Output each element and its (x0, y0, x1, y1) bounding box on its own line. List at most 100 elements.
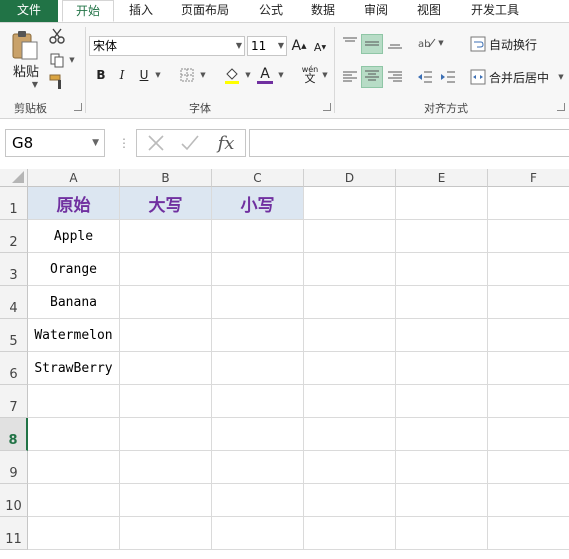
grid-cell[interactable] (304, 352, 396, 385)
row-header-1[interactable]: 1 (0, 187, 28, 220)
grid-cell[interactable] (120, 286, 212, 319)
grid-cell[interactable] (304, 253, 396, 286)
font-name-combo[interactable]: 宋体 ▼ (89, 36, 245, 56)
column-header-a[interactable]: A (28, 169, 120, 187)
grid-cell[interactable] (488, 385, 569, 418)
phonetic-guide-icon[interactable]: wén 文 (299, 63, 321, 85)
grid-cell[interactable] (396, 517, 488, 550)
tab-data[interactable]: 数据 (302, 0, 344, 22)
column-header-b[interactable]: B (120, 169, 212, 187)
grid-cell[interactable] (212, 220, 304, 253)
merge-center-button[interactable]: 合并后居中 (489, 68, 555, 86)
paste-button[interactable]: 粘贴 (6, 61, 46, 80)
bottom-align-icon[interactable] (385, 33, 405, 53)
grid-cell[interactable] (488, 286, 569, 319)
grid-cell[interactable] (304, 220, 396, 253)
grid-cell[interactable] (396, 253, 488, 286)
grid-cell[interactable] (396, 187, 488, 220)
grid-cell[interactable] (304, 286, 396, 319)
underline-dropdown-icon[interactable]: ▼ (154, 69, 162, 81)
wrap-text-icon[interactable] (469, 35, 487, 53)
column-header-f[interactable]: F (488, 169, 569, 187)
clipboard-dialog-launcher[interactable] (74, 103, 82, 111)
grid-cell[interactable] (488, 418, 569, 451)
merge-center-icon[interactable] (469, 68, 487, 86)
table-header-cell[interactable]: 小写 (212, 187, 304, 220)
column-header-d[interactable]: D (304, 169, 396, 187)
enter-icon[interactable] (179, 133, 201, 153)
grid-cell[interactable] (396, 484, 488, 517)
formula-input[interactable] (249, 129, 569, 157)
grid-cell[interactable] (120, 385, 212, 418)
increase-indent-icon[interactable] (438, 67, 458, 87)
copy-icon[interactable] (48, 51, 66, 69)
tab-file[interactable]: 文件 (0, 0, 58, 22)
grid-cell[interactable] (212, 418, 304, 451)
row-header-8[interactable]: 8 (0, 418, 28, 451)
name-box[interactable]: G8 ▼ (5, 129, 105, 157)
orientation-icon[interactable]: ab (416, 33, 438, 53)
grid-cell[interactable] (212, 484, 304, 517)
grid-cell[interactable] (304, 319, 396, 352)
format-painter-icon[interactable] (48, 73, 66, 91)
table-header-cell[interactable]: 原始 (28, 187, 120, 220)
grid-cell[interactable] (488, 451, 569, 484)
font-color-icon[interactable]: A (256, 65, 274, 85)
align-right-icon[interactable] (385, 67, 405, 87)
grid-cell[interactable] (488, 187, 569, 220)
cancel-icon[interactable] (145, 133, 167, 153)
borders-dropdown-icon[interactable]: ▼ (199, 69, 207, 81)
grid-cell[interactable] (396, 451, 488, 484)
grid-cell[interactable] (212, 451, 304, 484)
formula-bar-grip-icon[interactable]: ⋮ (118, 133, 130, 153)
row-header-10[interactable]: 10 (0, 484, 28, 517)
table-cell[interactable]: Apple (28, 220, 120, 253)
row-header-11[interactable]: 11 (0, 517, 28, 550)
grid-cell[interactable] (212, 253, 304, 286)
row-header-4[interactable]: 4 (0, 286, 28, 319)
grid-cell[interactable] (28, 517, 120, 550)
grid-cell[interactable] (304, 418, 396, 451)
grid-cell[interactable] (304, 385, 396, 418)
table-header-cell[interactable]: 大写 (120, 187, 212, 220)
row-header-7[interactable]: 7 (0, 385, 28, 418)
merge-dropdown-icon[interactable]: ▼ (557, 71, 565, 83)
grid-cell[interactable] (396, 319, 488, 352)
tab-page-layout[interactable]: 页面布局 (172, 0, 238, 22)
underline-button[interactable]: U (136, 66, 152, 84)
align-left-icon[interactable] (340, 67, 360, 87)
select-all-button[interactable] (0, 169, 28, 187)
grid-cell[interactable] (396, 418, 488, 451)
grid-cell[interactable] (120, 220, 212, 253)
row-header-9[interactable]: 9 (0, 451, 28, 484)
tab-formulas[interactable]: 公式 (250, 0, 292, 22)
grid-cell[interactable] (396, 220, 488, 253)
table-cell[interactable]: Orange (28, 253, 120, 286)
tab-view[interactable]: 视图 (408, 0, 450, 22)
row-header-5[interactable]: 5 (0, 319, 28, 352)
copy-dropdown-icon[interactable]: ▼ (68, 53, 76, 67)
grid-cell[interactable] (120, 352, 212, 385)
phonetic-dropdown-icon[interactable]: ▼ (321, 69, 329, 81)
font-color-dropdown-icon[interactable]: ▼ (277, 69, 285, 81)
grid-cell[interactable] (212, 517, 304, 550)
wrap-text-button[interactable]: 自动换行 (489, 35, 559, 53)
grid-cell[interactable] (120, 451, 212, 484)
column-header-e[interactable]: E (396, 169, 488, 187)
grid-cell[interactable] (120, 517, 212, 550)
tab-review[interactable]: 审阅 (355, 0, 397, 22)
grid-cell[interactable] (120, 319, 212, 352)
grid-cell[interactable] (304, 517, 396, 550)
fill-color-dropdown-icon[interactable]: ▼ (244, 69, 252, 81)
grid-cell[interactable] (120, 484, 212, 517)
paste-icon[interactable] (8, 29, 42, 61)
table-cell[interactable]: StrawBerry (28, 352, 120, 385)
grid-cell[interactable] (212, 385, 304, 418)
table-cell[interactable]: Watermelon (28, 319, 120, 352)
column-header-c[interactable]: C (212, 169, 304, 187)
top-align-icon[interactable] (340, 33, 360, 53)
grid-cell[interactable] (28, 484, 120, 517)
grid-cell[interactable] (28, 451, 120, 484)
middle-align-button[interactable] (361, 34, 383, 54)
decrease-indent-icon[interactable] (415, 67, 435, 87)
